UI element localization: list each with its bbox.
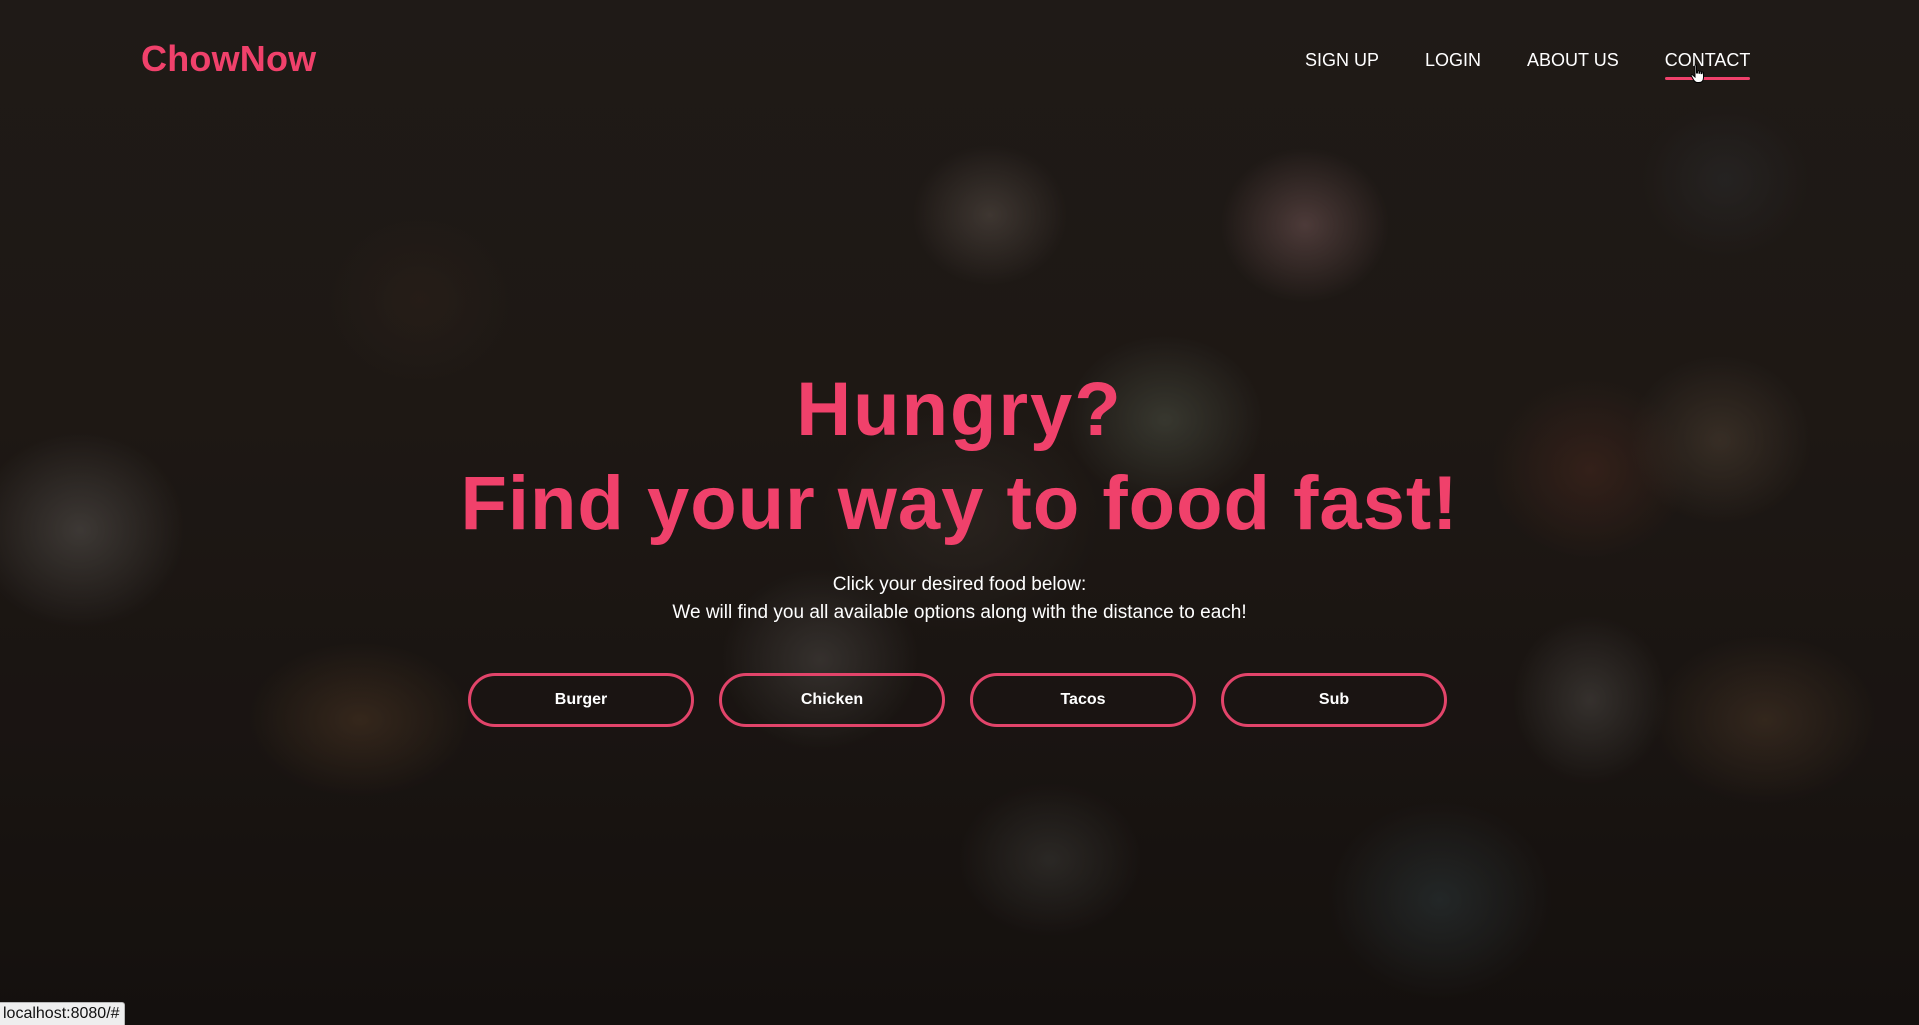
hero-section: ChowNow SIGN UP LOGIN ABOUT US CONTACT H… [0, 0, 1919, 1025]
hand-pointer-icon [1690, 64, 1704, 83]
tacos-button[interactable]: Tacos [970, 673, 1196, 727]
status-bar-url: localhost:8080/# [0, 1002, 125, 1025]
chicken-button[interactable]: Chicken [719, 673, 945, 727]
hero-instruction-text: Click your desired food below: [832, 574, 1087, 595]
food-options-group: Burger Chicken Tacos Sub [468, 673, 1447, 727]
hero-content: Hungry? Find your way to food fast! Clic… [0, 0, 1919, 1025]
hero-description-text: We will find you all available options a… [672, 602, 1247, 623]
burger-button[interactable]: Burger [468, 673, 694, 727]
hero-headline-hungry: Hungry? [796, 367, 1123, 452]
sub-button[interactable]: Sub [1221, 673, 1447, 727]
hero-headline-tagline: Find your way to food fast! [460, 461, 1459, 546]
